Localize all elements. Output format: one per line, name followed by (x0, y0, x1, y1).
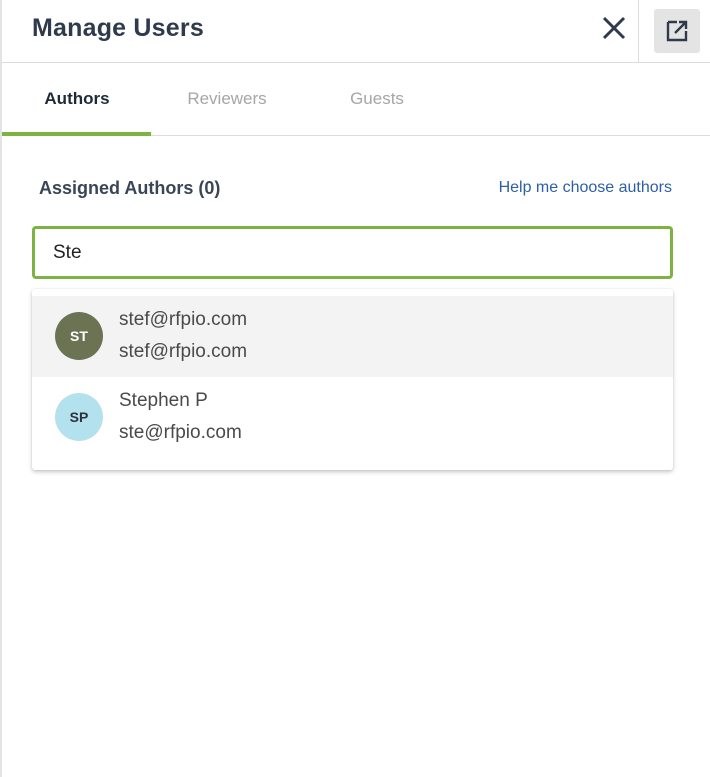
author-search[interactable] (32, 226, 673, 279)
popout-button[interactable] (654, 9, 700, 53)
avatar: ST (55, 312, 103, 360)
active-tab-indicator (2, 132, 151, 136)
panel-header: Manage Users (2, 0, 710, 63)
suggestion-dropdown: ST stef@rfpio.com stef@rfpio.com SP Step… (32, 289, 673, 470)
suggestion-item[interactable]: ST stef@rfpio.com stef@rfpio.com (32, 296, 673, 377)
assigned-authors-title: Assigned Authors (0) (39, 178, 221, 198)
suggestion-name: stef@rfpio.com (119, 309, 248, 330)
suggestion-name: Stephen P (119, 390, 208, 411)
tab-authors[interactable]: Authors (2, 63, 152, 136)
suggestion-email: ste@rfpio.com (119, 422, 242, 443)
close-icon (602, 16, 626, 40)
open-in-new-icon (666, 20, 688, 42)
suggestion-email: stef@rfpio.com (119, 341, 248, 362)
tab-guests[interactable]: Guests (302, 63, 452, 136)
manage-users-panel: Manage Users Authors Reviewers Guests As… (0, 0, 710, 777)
header-divider (638, 0, 639, 62)
avatar: SP (55, 393, 103, 441)
panel-title: Manage Users (32, 14, 204, 42)
user-role-tabs: Authors Reviewers Guests (2, 63, 710, 136)
close-button[interactable] (594, 10, 634, 50)
author-search-input[interactable] (35, 229, 670, 276)
suggestion-item[interactable]: SP Stephen P ste@rfpio.com (32, 377, 673, 458)
help-choose-authors-link[interactable]: Help me choose authors (499, 179, 672, 197)
tab-reviewers[interactable]: Reviewers (152, 63, 302, 136)
